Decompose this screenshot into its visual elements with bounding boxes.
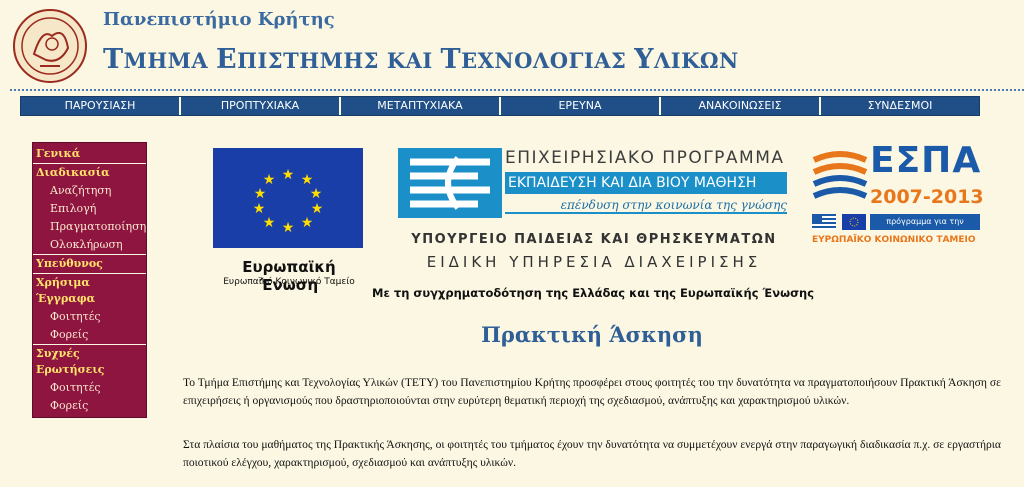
menu-item-faq-students[interactable]: Φοιτητές	[33, 379, 146, 397]
nav-item-undergraduate[interactable]: ΠΡΟΠΤΥΧΙΑΚΑ	[181, 97, 341, 115]
nav-item-postgraduate[interactable]: ΜΕΤΑΠΤΥΧΙΑΚΑ	[341, 97, 501, 115]
eu-title: Ευρωπαϊκή Ένωση	[242, 258, 336, 294]
side-menu: Γενικά Διαδικασία Αναζήτηση Επιλογή Πραγ…	[32, 142, 147, 418]
espa-logo-icon	[812, 151, 868, 199]
menu-group-responsible: Υπεύθυνος	[33, 255, 146, 274]
title-part: ΕΧΝΟΛΟΓΙΑΣ	[461, 48, 635, 73]
menu-group-general: Γενικά	[33, 145, 146, 164]
svg-text:★: ★	[253, 201, 266, 217]
university-seal-icon[interactable]	[12, 8, 88, 84]
eu-subtitle: Ευρωπαϊκό Κοινωνικό Ταμείο	[223, 277, 355, 287]
program-name: ΕΚΠΑΙΔΕΥΣΗ ΚΑΙ ΔΙΑ ΒΙΟΥ ΜΑΘΗΣΗ	[505, 172, 787, 194]
title-part: Τ	[440, 44, 462, 75]
details-paragraph: Στα πλαίσια του μαθήματος της Πρακτικής …	[183, 438, 1001, 469]
espa-title: ΕΣΠΑ	[870, 140, 982, 181]
special-service: ΕΙΔΙΚΗ ΥΠΗΡΕΣΙΑ ΔΙΑΧΕΙΡΙΣΗΣ	[426, 253, 762, 271]
svg-text:★: ★	[254, 186, 267, 202]
title-part: Ε	[216, 44, 238, 75]
svg-text:★: ★	[263, 172, 276, 188]
menu-head-procedure[interactable]: Διαδικασία	[33, 164, 146, 182]
nav-item-links[interactable]: ΣΥΝΔΕΣΜΟΙ	[821, 97, 979, 115]
title-part: ΜΗΜΑ	[123, 48, 217, 73]
svg-text:★: ★	[282, 220, 295, 236]
nav-item-announcements[interactable]: ΑΝΑΚΟΙΝΩΣΕΙΣ	[661, 97, 821, 115]
department-title[interactable]: ΤΜΗΜΑ ΕΠΙΣΤΗΜΗΣ ΚΑΙ ΤΕΧΝΟΛΟΓΙΑΣ ΥΛΙΚΩΝ	[103, 44, 739, 75]
menu-group-faq: Συχνές Ερωτήσεις Φοιτητές Φορείς	[33, 345, 146, 415]
cofunding-statement: Με τη συγχρηματοδότηση της Ελλάδας και τ…	[372, 286, 815, 300]
menu-head-general[interactable]: Γενικά	[33, 145, 146, 163]
university-name[interactable]: Πανεπιστήμιο Κρήτης	[103, 9, 335, 30]
header-divider	[10, 89, 1024, 91]
intro-paragraph: Το Τμήμα Επιστήμης και Τεχνολογίας Υλικώ…	[183, 376, 1001, 407]
title-part: Υ	[634, 44, 654, 75]
espa-years: 2007-2013	[870, 186, 984, 208]
menu-item-implementation[interactable]: Πραγματοποίηση	[33, 218, 146, 236]
title-part: ΠΙΣΤΗΜΗΣ ΚΑΙ	[237, 48, 441, 73]
page-title: Πρακτική Άσκηση	[481, 322, 703, 347]
menu-head-responsible[interactable]: Υπεύθυνος	[33, 255, 146, 273]
menu-head-documents[interactable]: Χρήσιμα Έγγραφα	[33, 274, 146, 308]
espa-tagline: πρόγραμμα για την ανάπτυξη	[870, 214, 980, 242]
menu-item-documents-students[interactable]: Φοιτητές	[33, 308, 146, 326]
menu-item-completion[interactable]: Ολοκλήρωση	[33, 236, 146, 254]
top-navigation: ΠΑΡΟΥΣΙΑΣΗ ΠΡΟΠΤΥΧΙΑΚΑ ΜΕΤΑΠΤΥΧΙΑΚΑ ΕΡΕΥ…	[20, 96, 980, 116]
menu-item-documents-organizations[interactable]: Φορείς	[33, 326, 146, 344]
menu-head-faq[interactable]: Συχνές Ερωτήσεις	[33, 345, 146, 379]
espa-fund-name: ΕΥΡΩΠΑΪΚΟ ΚΟΙΝΩΝΙΚΟ ΤΑΜΕΙΟ	[812, 235, 976, 245]
menu-item-selection[interactable]: Επιλογή	[33, 200, 146, 218]
nav-item-presentation[interactable]: ΠΑΡΟΥΣΙΑΣΗ	[21, 97, 181, 115]
nav-item-research[interactable]: ΕΡΕΥΝΑ	[501, 97, 661, 115]
title-part: Τ	[103, 44, 124, 75]
menu-item-faq-organizations[interactable]: Φορείς	[33, 397, 146, 415]
greece-eu-flags-icon	[812, 214, 866, 230]
program-slogan: επένδυση στην κοινωνία της γνώσης	[505, 196, 787, 214]
menu-item-search[interactable]: Αναζήτηση	[33, 182, 146, 200]
svg-text:★: ★	[282, 167, 295, 183]
title-part: ΛΙΚΩΝ	[653, 48, 739, 73]
eu-stars: ★ ★ ★ ★ ★ ★ ★ ★ ★ ★	[253, 167, 324, 236]
program-title: ΕΠΙΧΕΙΡΗΣΙΑΚΟ ΠΡΟΓΡΑΜΜΑ	[505, 148, 785, 168]
ministry-name: ΥΠΟΥΡΓΕΙΟ ΠΑΙΔΕΙΑΣ ΚΑΙ ΘΡΗΣΚΕΥΜΑΤΩΝ	[411, 232, 777, 247]
menu-group-documents: Χρήσιμα Έγγραφα Φοιτητές Φορείς	[33, 274, 146, 345]
svg-text:★: ★	[263, 215, 276, 231]
eu-flag-icon: ★ ★ ★ ★ ★ ★ ★ ★ ★ ★	[213, 148, 363, 248]
menu-group-procedure: Διαδικασία Αναζήτηση Επιλογή Πραγματοποί…	[33, 164, 146, 255]
svg-text:★: ★	[310, 186, 323, 202]
education-program-logo-icon	[398, 148, 502, 218]
svg-text:★: ★	[301, 215, 314, 231]
